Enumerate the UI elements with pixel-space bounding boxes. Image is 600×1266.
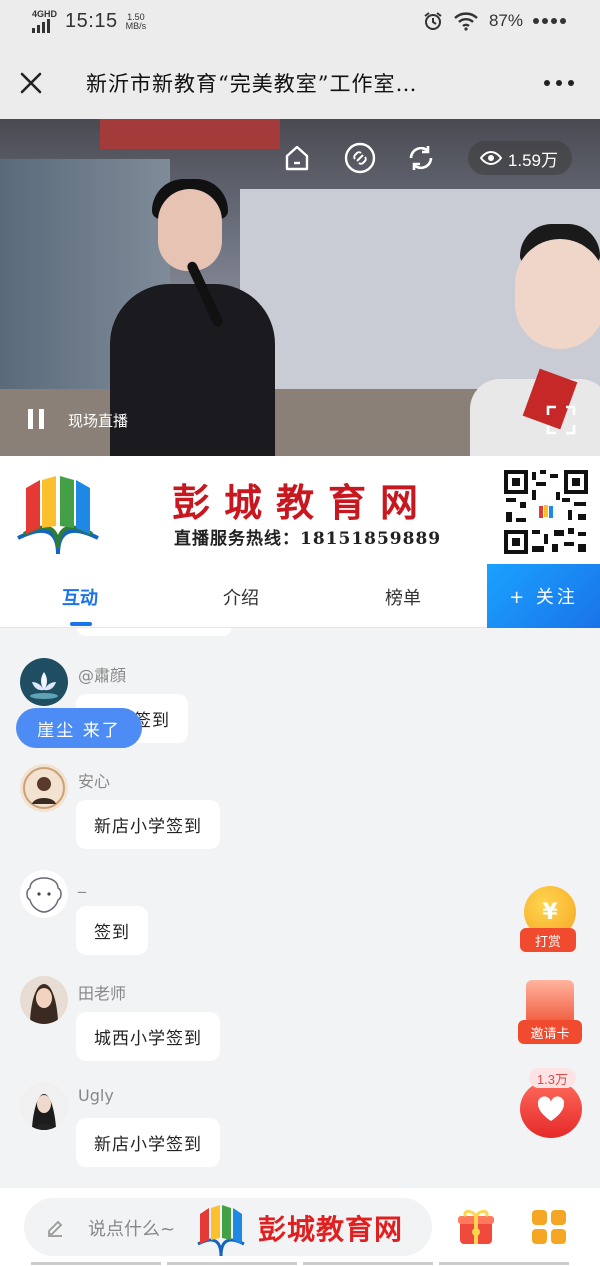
status-bar: 4GHD 15:15 1.50 MB/s 87% [0,0,600,46]
gesture-hint [0,1262,600,1266]
wifi-icon [454,12,478,31]
video-speaker [158,189,222,271]
comment-placeholder: 说点什么~ [88,1219,176,1240]
follow-button[interactable]: + 关注 [487,564,600,628]
pen-icon [48,1220,63,1237]
eye-icon [479,150,502,166]
banner-hotline: 直播服务热线：18151859889 [174,529,442,549]
envelope-icon [526,980,574,1024]
banner-title: 彭城教育网 [172,480,433,525]
video-child [515,239,600,349]
signal-icon [32,19,57,33]
chat-username: Ugly [78,1086,114,1105]
like-count: 1.3万 [528,1068,576,1088]
video-backdrop [100,119,280,149]
chat-username: _ [78,874,86,893]
like-button[interactable] [520,1080,582,1138]
avatar[interactable] [20,764,68,812]
chat-bubble: 新店小学签到 [76,1118,220,1167]
video-speaker [110,284,275,456]
chat-bubble: 签到 [76,906,148,955]
tab-active-indicator [70,622,92,626]
tab-interaction[interactable]: 互动 [62,584,98,610]
invite-card-button[interactable]: 邀请卡 [518,980,582,1048]
reward-button[interactable]: ¥ 打赏 [520,886,580,954]
invite-label: 邀请卡 [518,1020,582,1044]
more-status-icon [533,18,566,24]
avatar[interactable] [20,658,68,706]
chat-username: @肅顔 [78,666,127,685]
chat-username: 安心 [78,772,111,791]
apps-grid-icon[interactable] [532,1210,566,1244]
home-icon[interactable] [280,141,314,175]
qr-code-icon[interactable] [502,468,590,556]
tab-ranking[interactable]: 榜单 [385,584,421,610]
network-speed: 1.50 MB/s [125,11,147,31]
refresh-icon[interactable] [404,141,438,175]
live-label: 现场直播 [68,412,129,430]
clock: 15:15 [65,10,118,32]
tab-bar: 互动 介绍 榜单 + 关注 [0,564,600,628]
heart-icon [537,1096,565,1121]
battery-percent: 87% [488,11,523,30]
watermark-text: 彭城教育网 [258,1213,404,1246]
close-icon[interactable] [16,68,46,98]
list-item [76,628,232,636]
sponsor-banner[interactable]: 彭城教育网 直播服务热线：18151859889 [0,456,600,564]
live-video[interactable]: 1.59万 现场直播 [0,119,600,456]
alarm-icon [424,12,442,30]
link-icon[interactable] [343,141,377,175]
viewer-count-value: 1.59万 [507,150,558,170]
page-title: 新沂市新教育“完美教室”工作室… [86,72,418,96]
viewer-count: 1.59万 [467,141,572,175]
reward-label: 打赏 [520,928,576,952]
chat-bubble: 新店小学签到 [76,800,220,849]
watermark-logo-icon [197,1205,245,1257]
gift-icon[interactable] [456,1206,496,1246]
avatar[interactable] [20,870,68,918]
join-notice: 崖尘 来了 [16,708,142,748]
avatar[interactable] [20,976,68,1024]
chat-username: 田老师 [78,984,127,1003]
bottom-bar: 说点什么~ 彭城教育网 [0,1188,600,1266]
header: 新沂市新教育“完美教室”工作室… [0,46,600,119]
avatar[interactable] [20,1082,68,1130]
tab-intro[interactable]: 介绍 [223,584,259,610]
chat-bubble: 城西小学签到 [76,1012,220,1061]
more-icon[interactable] [544,80,574,86]
fullscreen-icon[interactable] [544,403,578,437]
network-type: 4GHD [32,9,58,19]
pause-icon[interactable] [28,409,44,429]
book-logo-icon [17,476,99,555]
